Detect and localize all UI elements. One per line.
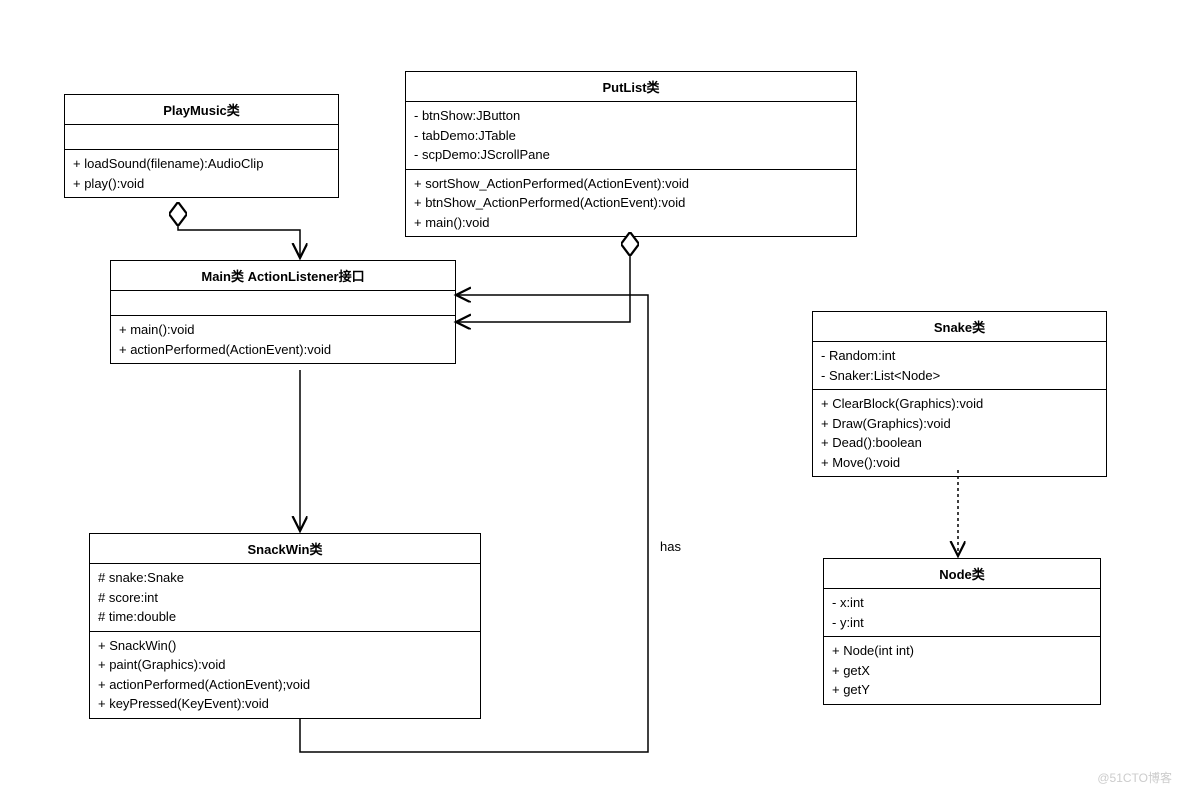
operation: + Move():void bbox=[821, 453, 1098, 473]
operation: + actionPerformed(ActionEvent);void bbox=[98, 675, 472, 695]
operation: + loadSound(filename):AudioClip bbox=[73, 154, 330, 174]
attribute: - Snaker:List<Node> bbox=[821, 366, 1098, 386]
operation: + Dead():boolean bbox=[821, 433, 1098, 453]
class-name: Snake类 bbox=[813, 312, 1106, 342]
class-name: Node类 bbox=[824, 559, 1100, 589]
operation: + getY bbox=[832, 680, 1092, 700]
operation: + Draw(Graphics):void bbox=[821, 414, 1098, 434]
relation-label-has: has bbox=[660, 539, 681, 554]
class-name: Main类 ActionListener接口 bbox=[111, 261, 455, 291]
operations-section: + SnackWin() + paint(Graphics):void + ac… bbox=[90, 632, 480, 718]
class-snackwin: SnackWin类 # snake:Snake # score:int # ti… bbox=[89, 533, 481, 719]
watermark: @51CTO博客 bbox=[1097, 769, 1172, 786]
attribute: - scpDemo:JScrollPane bbox=[414, 145, 848, 165]
attributes-section: - x:int - y:int bbox=[824, 589, 1100, 637]
attribute: - btnShow:JButton bbox=[414, 106, 848, 126]
operation: + main():void bbox=[119, 320, 447, 340]
attribute: - y:int bbox=[832, 613, 1092, 633]
attribute: # snake:Snake bbox=[98, 568, 472, 588]
operation: + ClearBlock(Graphics):void bbox=[821, 394, 1098, 414]
class-playmusic: PlayMusic类 + loadSound(filename):AudioCl… bbox=[64, 94, 339, 198]
operation: + play():void bbox=[73, 174, 330, 194]
attribute: - Random:int bbox=[821, 346, 1098, 366]
class-snake: Snake类 - Random:int - Snaker:List<Node> … bbox=[812, 311, 1107, 477]
attributes-section bbox=[111, 291, 455, 316]
attributes-section bbox=[65, 125, 338, 150]
class-putlist: PutList类 - btnShow:JButton - tabDemo:JTa… bbox=[405, 71, 857, 237]
attributes-section: - Random:int - Snaker:List<Node> bbox=[813, 342, 1106, 390]
operations-section: + ClearBlock(Graphics):void + Draw(Graph… bbox=[813, 390, 1106, 476]
attribute: # time:double bbox=[98, 607, 472, 627]
attribute: - tabDemo:JTable bbox=[414, 126, 848, 146]
attribute: # score:int bbox=[98, 588, 472, 608]
operation: + main():void bbox=[414, 213, 848, 233]
operation: + getX bbox=[832, 661, 1092, 681]
operation: + sortShow_ActionPerformed(ActionEvent):… bbox=[414, 174, 848, 194]
attribute: - x:int bbox=[832, 593, 1092, 613]
attributes-section: - btnShow:JButton - tabDemo:JTable - scp… bbox=[406, 102, 856, 170]
class-name: PutList类 bbox=[406, 72, 856, 102]
class-name: SnackWin类 bbox=[90, 534, 480, 564]
operations-section: + sortShow_ActionPerformed(ActionEvent):… bbox=[406, 170, 856, 237]
class-node: Node类 - x:int - y:int + Node(int int) + … bbox=[823, 558, 1101, 705]
operations-section: + loadSound(filename):AudioClip + play()… bbox=[65, 150, 338, 197]
attributes-section: # snake:Snake # score:int # time:double bbox=[90, 564, 480, 632]
operation: + actionPerformed(ActionEvent):void bbox=[119, 340, 447, 360]
operation: + paint(Graphics):void bbox=[98, 655, 472, 675]
operation: + Node(int int) bbox=[832, 641, 1092, 661]
class-main: Main类 ActionListener接口 + main():void + a… bbox=[110, 260, 456, 364]
operations-section: + Node(int int) + getX + getY bbox=[824, 637, 1100, 704]
operation: + keyPressed(KeyEvent):void bbox=[98, 694, 472, 714]
operations-section: + main():void + actionPerformed(ActionEv… bbox=[111, 316, 455, 363]
operation: + SnackWin() bbox=[98, 636, 472, 656]
class-name: PlayMusic类 bbox=[65, 95, 338, 125]
operation: + btnShow_ActionPerformed(ActionEvent):v… bbox=[414, 193, 848, 213]
